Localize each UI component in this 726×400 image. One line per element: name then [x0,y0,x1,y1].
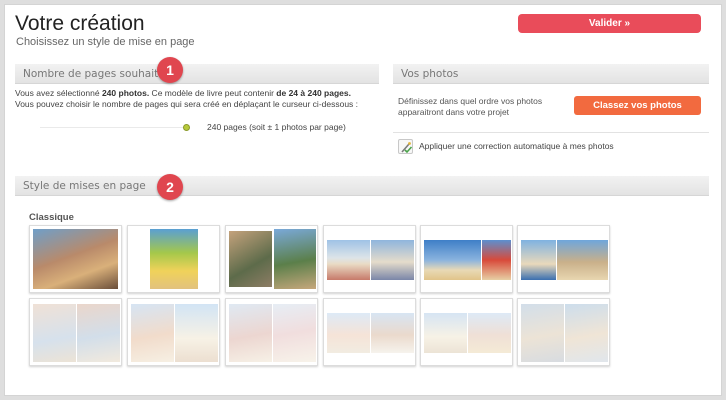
step-badge-1: 1 [157,57,183,83]
step-badge-2: 2 [157,174,183,200]
layout-thumbnail[interactable] [323,298,416,366]
page-subtitle: Choisissez un style de mise en page [16,36,195,48]
style-section-header: Style de mises en page [15,176,709,196]
layout-thumbnail[interactable] [29,298,122,366]
pages-section-title: Nombre de pages souhaité [23,68,165,80]
photos-divider [393,132,709,133]
auto-correct-option[interactable]: Appliquer une correction automatique à m… [398,138,614,154]
layout-thumbnail[interactable] [127,225,220,293]
layout-thumbnail[interactable] [323,225,416,293]
layout-thumbnail[interactable] [29,225,122,293]
layout-thumbnail[interactable] [517,225,610,293]
layout-thumbnail[interactable] [517,298,610,366]
pages-slider-track[interactable] [40,127,186,128]
validate-button[interactable]: Valider » [518,14,701,33]
page-title: Votre création [15,12,145,35]
layout-thumbnail[interactable] [127,298,220,366]
pages-section-header: Nombre de pages souhaité [15,64,379,84]
style-section-title: Style de mises en page [23,180,146,192]
pages-slider-handle[interactable] [182,123,190,131]
layout-thumbnail[interactable] [225,298,318,366]
layout-thumbnail[interactable] [420,298,513,366]
pages-description: Vous avez sélectionné 240 photos. Ce mod… [15,88,359,109]
pages-slider-value: 240 pages (soit ± 1 photos par page) [207,122,346,132]
magic-wand-check-icon [398,138,413,154]
photos-section-title: Vos photos [401,68,459,80]
layout-thumbnail[interactable] [420,225,513,293]
photos-description: Définissez dans quel ordre vos photos ap… [398,96,543,117]
photos-section-header: Vos photos [393,64,709,84]
layout-group-label: Classique [29,212,74,223]
auto-correct-label: Appliquer une correction automatique à m… [419,141,614,151]
layout-thumbnail[interactable] [225,225,318,293]
sort-photos-button[interactable]: Classez vos photos [574,96,701,115]
